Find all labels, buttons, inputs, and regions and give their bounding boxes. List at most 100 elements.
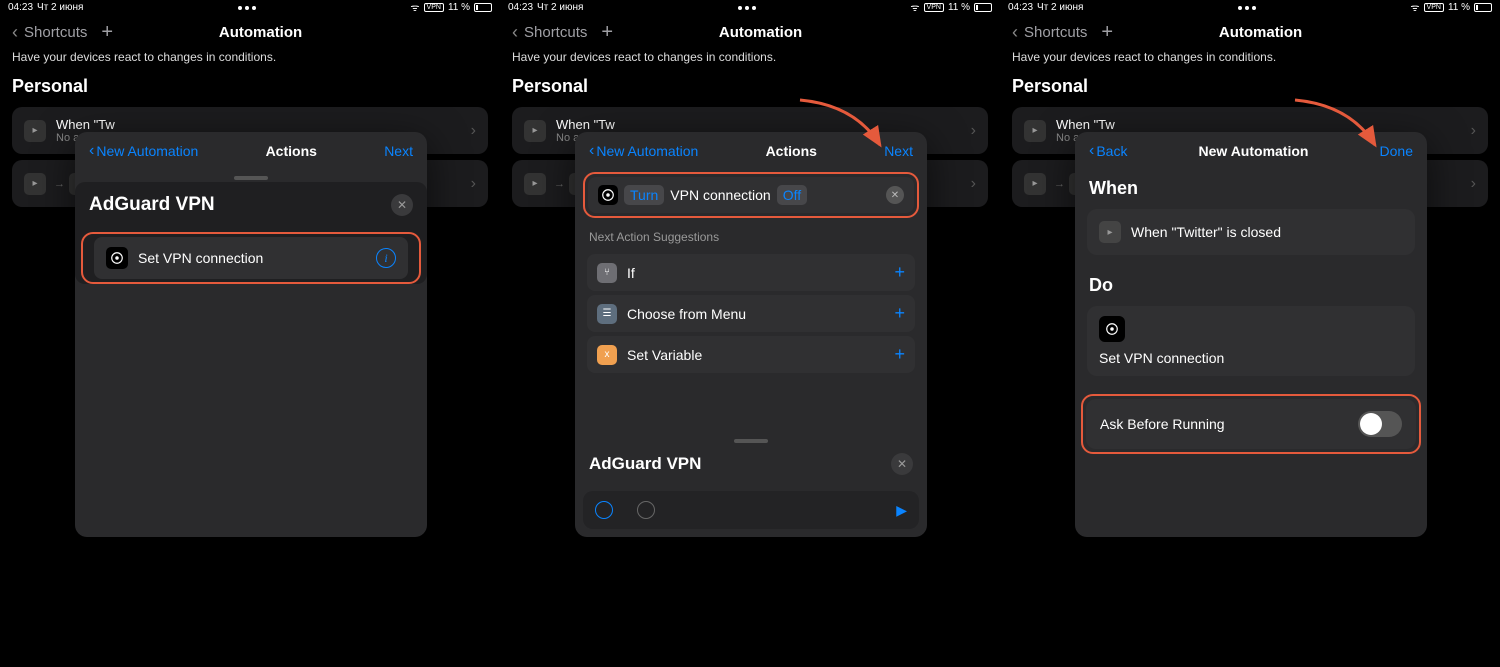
card-title: When "Tw <box>56 117 471 132</box>
section-when: When <box>1075 170 1427 207</box>
chevron-right-icon: › <box>471 175 476 193</box>
page-subtitle: Have your devices react to changes in co… <box>0 50 500 64</box>
app-icon: ▸ <box>1024 120 1046 142</box>
status-time: 04:23 <box>8 2 33 13</box>
nav-bar: ‹Shortcuts+ Automation <box>500 14 1000 50</box>
new-automation-link[interactable]: ‹New Automation <box>89 142 198 160</box>
battery-icon <box>474 3 492 12</box>
back-label[interactable]: Shortcuts <box>24 24 87 41</box>
vpn-badge-icon: VPN <box>424 3 444 12</box>
add-button[interactable]: + <box>601 21 613 44</box>
wifi-icon: ᯤ <box>1410 0 1419 14</box>
add-button[interactable]: + <box>101 21 113 44</box>
suggestion-if[interactable]: ⑂ If + <box>587 254 915 291</box>
app-icon: ▸ <box>524 173 546 195</box>
redo-icon[interactable] <box>637 501 655 519</box>
action-toolbar: ▶ <box>583 491 919 529</box>
ask-toggle[interactable] <box>1358 411 1402 437</box>
nav-bar: ‹Shortcuts+ Automation <box>1000 14 1500 50</box>
highlight-annotation: Ask Before Running <box>1081 394 1421 454</box>
chevron-right-icon: › <box>471 122 476 140</box>
highlight-annotation: Set VPN connection i <box>81 232 421 284</box>
sheet-grabber-icon[interactable] <box>234 176 268 180</box>
app-section-title: AdGuard VPN <box>589 454 701 474</box>
action-config-row[interactable]: Turn VPN connection Off ✕ <box>588 177 914 213</box>
sheet-title: Actions <box>266 143 317 159</box>
when-condition[interactable]: ▸ When "Twitter" is closed <box>1087 209 1415 255</box>
variable-icon: x <box>597 345 617 365</box>
play-icon[interactable]: ▶ <box>896 502 907 519</box>
back-chevron-icon[interactable]: ‹ <box>1012 22 1018 43</box>
app-icon: ▸ <box>24 120 46 142</box>
section-do: Do <box>1075 267 1427 304</box>
new-automation-sheet: ‹Back New Automation Done When ▸ When "T… <box>1075 132 1427 537</box>
vpn-badge-icon: VPN <box>924 3 944 12</box>
sheet-title: New Automation <box>1199 143 1309 159</box>
next-button[interactable]: Next <box>884 143 913 159</box>
screenshot-1: 04:23 Чт 2 июня ᯤ VPN 11 % ‹ Shortcuts +… <box>0 0 500 667</box>
multitask-dots-icon[interactable] <box>238 6 256 10</box>
clear-icon[interactable]: ✕ <box>886 186 904 204</box>
chevron-right-icon: › <box>971 122 976 140</box>
app-icon: ▸ <box>1099 221 1121 243</box>
app-icon: ▸ <box>524 120 546 142</box>
undo-icon[interactable] <box>595 501 613 519</box>
wifi-icon: ᯤ <box>910 0 919 14</box>
do-label: Set VPN connection <box>1099 350 1403 366</box>
battery-percent: 11 % <box>448 2 470 13</box>
suggestions-heading: Next Action Suggestions <box>575 220 927 250</box>
chevron-right-icon: › <box>971 175 976 193</box>
do-action[interactable]: Set VPN connection <box>1087 306 1415 376</box>
close-icon[interactable]: ✕ <box>891 453 913 475</box>
chevron-right-icon: › <box>1471 122 1476 140</box>
back-button[interactable]: ‹Back <box>1089 142 1127 160</box>
action-label: Set VPN connection <box>138 250 376 266</box>
add-button[interactable]: + <box>1101 21 1113 44</box>
close-icon[interactable]: ✕ <box>391 194 413 216</box>
screenshot-3: 04:23 Чт 2 июня ᯤVPN11 % ‹Shortcuts+ Aut… <box>1000 0 1500 667</box>
multitask-dots-icon[interactable] <box>738 6 756 10</box>
highlight-annotation: Turn VPN connection Off ✕ <box>583 172 919 218</box>
status-bar: 04:23 Чт 2 июня ᯤ VPN 11 % <box>0 0 500 14</box>
token-middle: VPN connection <box>670 187 770 203</box>
app-section-title: AdGuard VPN <box>89 194 215 216</box>
section-personal: Personal <box>0 76 500 97</box>
actions-sheet: ‹New Automation Actions Next AdGuard VPN… <box>75 132 427 537</box>
vpn-app-icon <box>106 247 128 269</box>
suggestion-menu[interactable]: ☰ Choose from Menu + <box>587 295 915 332</box>
ask-label: Ask Before Running <box>1100 416 1358 432</box>
sheet-grabber-icon[interactable] <box>734 439 768 443</box>
back-chevron-icon[interactable]: ‹ <box>12 22 18 43</box>
vpn-app-icon <box>598 185 618 205</box>
battery-icon <box>974 3 992 12</box>
actions-sheet: ‹New Automation Actions Next Turn VPN co… <box>575 132 927 537</box>
done-button[interactable]: Done <box>1380 143 1413 159</box>
vpn-badge-icon: VPN <box>1424 3 1444 12</box>
token-off[interactable]: Off <box>777 185 807 205</box>
battery-icon <box>1474 3 1492 12</box>
status-date: Чт 2 июня <box>37 2 83 13</box>
info-icon[interactable]: i <box>376 248 396 268</box>
app-icon: ▸ <box>1024 173 1046 195</box>
nav-title: Automation <box>219 24 302 41</box>
screenshot-2: 04:23 Чт 2 июня ᯤVPN11 % ‹Shortcuts+ Aut… <box>500 0 1000 667</box>
ask-before-running-row[interactable]: Ask Before Running <box>1086 399 1416 449</box>
menu-icon: ☰ <box>597 304 617 324</box>
wifi-icon: ᯤ <box>410 0 419 14</box>
if-icon: ⑂ <box>597 263 617 283</box>
suggestion-variable[interactable]: x Set Variable + <box>587 336 915 373</box>
back-chevron-icon[interactable]: ‹ <box>512 22 518 43</box>
token-turn[interactable]: Turn <box>624 185 664 205</box>
add-icon[interactable]: + <box>894 262 905 283</box>
set-vpn-action[interactable]: Set VPN connection i <box>94 237 408 279</box>
vpn-app-icon <box>1099 316 1125 342</box>
chevron-right-icon: › <box>1471 175 1476 193</box>
multitask-dots-icon[interactable] <box>1238 6 1256 10</box>
next-button[interactable]: Next <box>384 143 413 159</box>
nav-bar: ‹ Shortcuts + Automation <box>0 14 500 50</box>
add-icon[interactable]: + <box>894 303 905 324</box>
app-icon: ▸ <box>24 173 46 195</box>
arrow-icon: → <box>54 178 65 190</box>
add-icon[interactable]: + <box>894 344 905 365</box>
new-automation-link[interactable]: ‹New Automation <box>589 142 698 160</box>
